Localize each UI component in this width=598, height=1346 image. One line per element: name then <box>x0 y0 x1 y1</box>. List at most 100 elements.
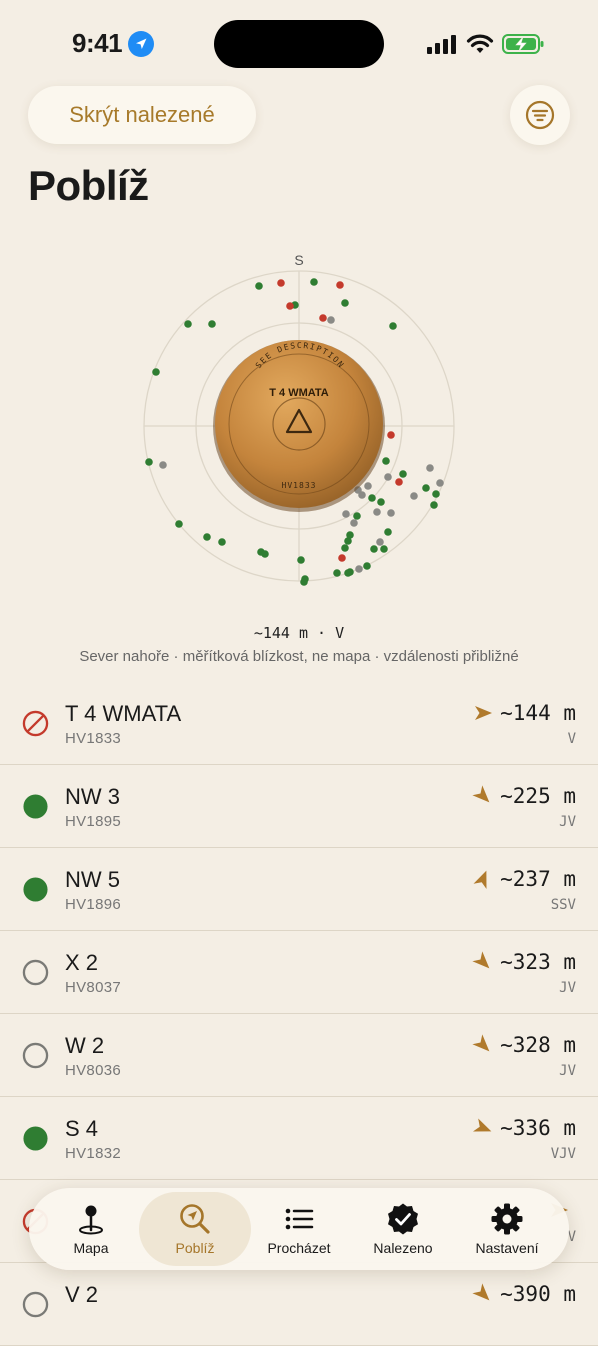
status-icon <box>22 1042 49 1069</box>
radar-summary: ~144 m · V <box>253 624 345 642</box>
radar-point <box>364 482 372 490</box>
radar-point <box>380 545 388 553</box>
item-direction: JV <box>559 1063 576 1079</box>
list-item[interactable]: NW 5 HV1896 ~237 m SSV <box>0 848 598 931</box>
status-time: 9:41 <box>72 28 123 58</box>
tab-prochazet[interactable]: Procházet <box>243 1192 355 1266</box>
status-icon <box>23 1126 48 1151</box>
radar-point <box>152 368 160 376</box>
item-code: HV8037 <box>65 979 122 996</box>
list-item[interactable]: T 4 WMATA HV1833 ~144 m V <box>0 682 598 765</box>
radar-point <box>377 498 385 506</box>
item-distance: ~237 m <box>500 867 576 891</box>
list-item[interactable]: W 2 HV8036 ~328 m JV <box>0 1014 598 1097</box>
filter-icon <box>525 100 555 130</box>
tab-label: Poblíž <box>175 1240 215 1256</box>
radar-point <box>261 550 269 558</box>
tab-pobliz[interactable]: Poblíž <box>139 1192 251 1266</box>
tab-nalezeno[interactable]: Nalezeno <box>347 1192 459 1266</box>
radar-point <box>358 491 366 499</box>
radar-point <box>426 464 434 472</box>
radar-point <box>255 282 263 290</box>
radar-caption: Sever nahoře · měřítková blízkost, ne ma… <box>79 648 519 665</box>
hide-found-button[interactable]: Skrýt nalezené <box>28 86 256 144</box>
radar-point <box>399 470 407 478</box>
radar-point <box>341 299 349 307</box>
status-icon <box>23 877 48 902</box>
radar-point <box>384 473 392 481</box>
hide-found-label: Skrýt nalezené <box>69 102 215 127</box>
radar-point <box>363 562 371 570</box>
radar-point <box>368 494 376 502</box>
radar-point <box>370 545 378 553</box>
radar-point <box>145 458 153 466</box>
center-benchmark-disk[interactable]: SEE DESCRIPTION T 4 WMATA HV1833 <box>213 340 385 512</box>
tab-nastaveni[interactable]: Nastavení <box>451 1192 563 1266</box>
radar-point <box>341 544 349 552</box>
list-icon <box>285 1208 314 1230</box>
item-name: T 4 WMATA <box>65 701 182 726</box>
filter-button[interactable] <box>510 85 570 145</box>
item-distance: ~390 m <box>500 1282 576 1306</box>
bearing-arrow-icon <box>472 1283 490 1301</box>
status-icon <box>22 710 49 737</box>
list-item[interactable]: V 2 ~390 m <box>0 1263 598 1346</box>
proximity-radar[interactable]: S SEE DESCRIPTION T 4 WMATA HV1833 <box>138 248 460 588</box>
nearby-search-icon <box>180 1204 210 1234</box>
radar-point <box>327 316 335 324</box>
item-code: HV1895 <box>65 813 122 830</box>
item-name: NW 5 <box>65 867 120 892</box>
item-distance: ~336 m <box>500 1116 576 1140</box>
bearing-arrow-icon <box>472 1034 490 1052</box>
radar-point <box>430 501 438 509</box>
tab-mapa[interactable]: Mapa <box>35 1192 147 1266</box>
radar-point <box>286 302 294 310</box>
item-code: HV8036 <box>65 1062 122 1079</box>
battery-charging-icon <box>502 34 544 54</box>
item-distance: ~328 m <box>500 1033 576 1057</box>
radar-point <box>184 320 192 328</box>
radar-point <box>203 533 211 541</box>
bearing-arrow-icon <box>475 706 493 720</box>
wifi-icon <box>466 34 494 53</box>
bearing-arrow-icon <box>473 870 487 890</box>
radar-point <box>336 281 344 289</box>
radar-point <box>373 508 381 516</box>
page-title: Poblíž <box>28 162 149 209</box>
radar-point <box>350 519 358 527</box>
item-code: HV1896 <box>65 896 122 913</box>
list-item[interactable]: X 2 HV8037 ~323 m JV <box>0 931 598 1014</box>
radar-point <box>355 565 363 573</box>
radar-point <box>319 314 327 322</box>
radar-point <box>300 578 308 586</box>
radar-point <box>218 538 226 546</box>
found-badge-icon <box>388 1203 418 1235</box>
item-name: W 2 <box>65 1033 105 1058</box>
radar-point <box>436 479 444 487</box>
item-distance: ~323 m <box>500 950 576 974</box>
radar-point <box>382 457 390 465</box>
radar-point <box>344 537 352 545</box>
radar-point <box>353 512 361 520</box>
list-item[interactable]: S 4 HV1832 ~336 m VJV <box>0 1097 598 1180</box>
radar-point <box>376 538 384 546</box>
radar-point <box>387 509 395 517</box>
tab-label: Nalezeno <box>373 1240 433 1256</box>
radar-point <box>395 478 403 486</box>
radar-point <box>310 278 318 286</box>
tab-label: Procházet <box>267 1240 331 1256</box>
radar-point <box>159 461 167 469</box>
bearing-arrow-icon <box>472 785 490 803</box>
status-icons <box>426 30 544 58</box>
status-icon <box>22 1291 49 1318</box>
radar-point <box>410 492 418 500</box>
list-item[interactable]: NW 3 HV1895 ~225 m JV <box>0 765 598 848</box>
radar-point <box>389 322 397 330</box>
item-distance: ~144 m <box>500 701 576 725</box>
tab-label: Mapa <box>73 1240 109 1256</box>
status-bar: 9:41 <box>0 0 598 80</box>
radar-point <box>387 431 395 439</box>
item-direction: JV <box>559 980 576 996</box>
item-code: HV1832 <box>65 1145 122 1162</box>
radar-point <box>432 490 440 498</box>
